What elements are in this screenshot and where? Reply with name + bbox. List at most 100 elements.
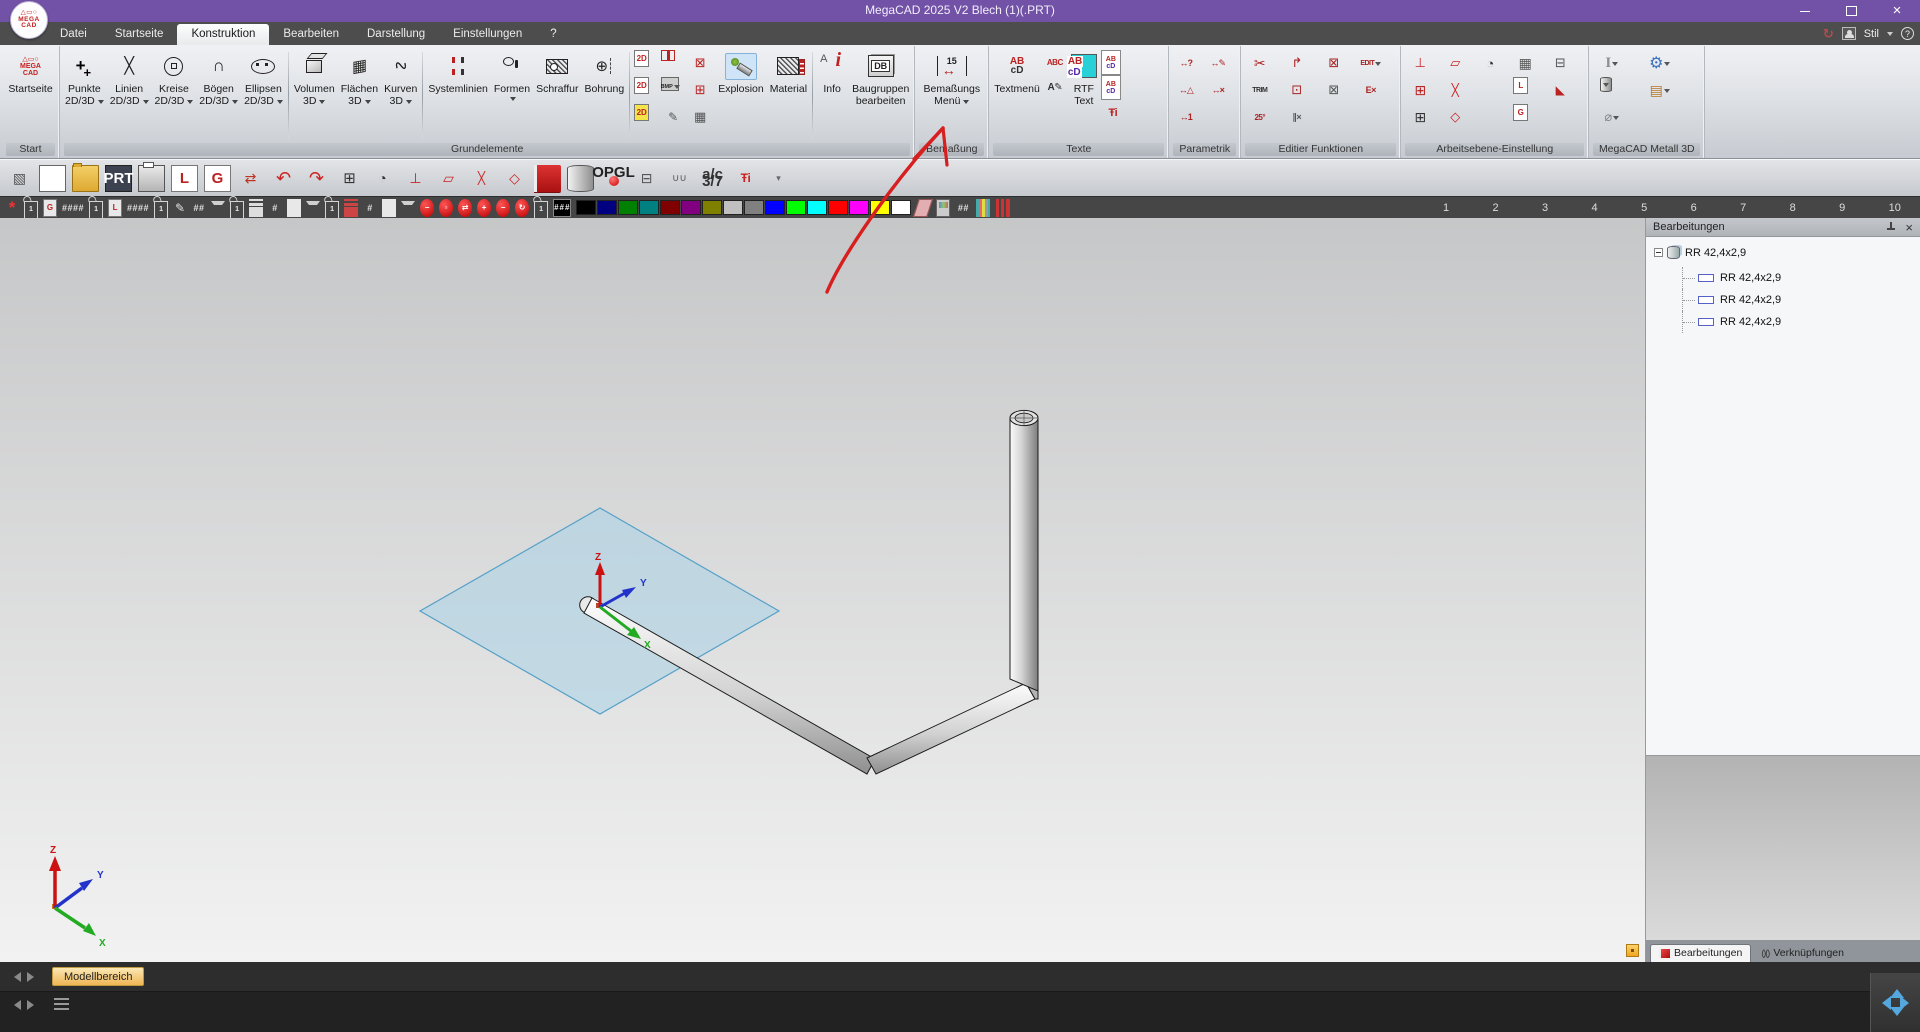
workplane-up-icon[interactable]: ◇ [501,165,528,192]
linien-button[interactable]: Linien 2D/3D [107,48,152,142]
line-width-field[interactable]: # [268,199,282,217]
tab-help[interactable]: ? [536,24,570,45]
next-sheet-icon[interactable] [26,970,40,984]
lock-icon[interactable]: 1 [534,200,549,219]
close-icon[interactable] [1905,222,1913,233]
startseite-button[interactable]: △▭○ MEGA CAD Startseite [5,48,55,142]
kreise-button[interactable]: Kreise 2D/3D [152,48,197,142]
punkte-button[interactable]: Punkte 2D/3D [62,48,107,142]
l-page-status-icon[interactable]: L [108,198,123,217]
layer-columns-icon[interactable] [976,198,991,217]
color-swatch[interactable] [597,200,618,215]
bmp-export-icon[interactable]: BMP [661,77,680,91]
rtf-text-button[interactable]: RTF Text [1066,48,1101,142]
color-swatch[interactable] [891,200,912,215]
paperclip-icon[interactable]: ∪∪ [666,165,693,192]
text-style-1-icon[interactable] [1100,50,1121,75]
text-style-2-icon[interactable] [1100,75,1121,100]
screenshot-pencil-icon[interactable]: ✎ [661,104,685,130]
tree-item[interactable]: RR 42,4x2,9 [1682,289,1920,311]
swap-pages-icon[interactable]: ⇄ [237,165,264,192]
schraffur-button[interactable]: Schraffur [533,48,581,142]
steel-profile-icon[interactable]: I [1600,50,1624,76]
caret-down-icon[interactable] [211,200,226,219]
tab-verknuepfungen[interactable]: Verknüpfungen [1753,945,1852,962]
modellbereich-tab[interactable]: Modellbereich [52,967,145,986]
boegen-button[interactable]: Bögen 2D/3D [196,48,241,142]
next-view-icon[interactable] [26,998,40,1012]
tree-item[interactable]: RR 42,4x2,9 [1682,311,1920,333]
workplane-cross-icon[interactable]: ╳ [468,165,495,192]
abort-checker-icon[interactable]: ▧ [6,165,33,192]
dim-edit-icon[interactable]: ↔✎ [1206,50,1230,76]
eraser-icon[interactable] [913,198,934,217]
color-swatch[interactable] [744,200,765,215]
copy-move-icon[interactable]: ⊡ [1285,77,1309,103]
color-swatch[interactable] [723,200,744,215]
rotate-25-icon[interactable]: 25° [1248,104,1272,130]
flaechen-button[interactable]: Flächen 3D [338,48,381,142]
wp-grid-icon[interactable]: ▦ [1513,50,1537,76]
pin-icon[interactable] [1887,221,1896,233]
toolbar-more-icon[interactable]: ▾ [765,165,792,192]
tree-root[interactable]: RR 42,4x2,9 [1654,245,1920,260]
cylinder-icon[interactable] [567,164,594,192]
text-edit-icon[interactable]: A✎ [1043,75,1067,100]
tab-datei[interactable]: Datei [46,24,101,45]
scissors-icon[interactable]: ✂ [1248,50,1272,76]
color-swatch[interactable] [639,200,660,215]
baugruppen-bearbeiten-button[interactable]: Baugruppen bearbeiten [849,48,912,142]
structure-tree-icon[interactable]: ⊟ [633,165,660,192]
edit-menu-icon[interactable]: EDIT [1359,50,1383,76]
save-prt-icon[interactable]: PRT [104,164,134,192]
monitor-icon[interactable] [936,198,951,217]
gear-icon[interactable]: ⚙ [1648,50,1672,76]
minimize-button[interactable] [1782,0,1828,22]
tab-startseite[interactable]: Startseite [101,24,178,45]
textmenu-button[interactable]: Textmenü [991,48,1043,142]
prev-view-icon[interactable] [8,998,22,1012]
wall-icon[interactable]: ▤ [1648,77,1672,103]
wp-diamond-icon[interactable]: ◇ [1443,104,1467,130]
zoom-previous-icon[interactable]: ↻ [515,198,530,217]
copy-2d-icon[interactable]: 2D [634,50,650,67]
wp-tree-icon[interactable]: ⊟ [1548,50,1572,76]
workplane-list-icon[interactable]: ⊥ [402,165,429,192]
pan-navigation-widget[interactable] [1870,973,1920,1032]
zoom-in-icon[interactable]: + [477,198,492,217]
caret-down-icon[interactable] [306,200,321,219]
zoom-out-icon[interactable]: − [420,198,435,217]
group-number-field[interactable]: #### [62,199,84,217]
wp-cube-red-icon[interactable]: ⊞ [1408,77,1432,103]
line-width-icon[interactable] [249,198,264,217]
sync-icon[interactable] [1823,25,1834,43]
lock-icon[interactable]: 1 [154,200,169,219]
volumen-button[interactable]: Volumen 3D [291,48,338,142]
wp-sphere-icon[interactable]: ◔ [1478,50,1502,76]
lock-icon[interactable]: 1 [24,200,38,219]
color-swatch[interactable] [765,200,786,215]
new-document-icon[interactable] [39,164,66,192]
wp-plane-icon[interactable]: ▱ [1443,50,1467,76]
wp-lpage-icon[interactable]: L [1513,77,1529,94]
zoom-pan-icon[interactable]: ⇄ [458,198,473,217]
ellipsen-button[interactable]: Ellipsen 2D/3D [241,48,286,142]
hide-elements-icon[interactable]: ⊠ [688,50,712,76]
line-width-preview[interactable] [287,198,302,217]
color-swatch[interactable] [702,200,723,215]
material-button[interactable]: Material [767,48,810,142]
dim-delete-icon[interactable]: ↔× [1206,77,1230,103]
wp-cross-icon[interactable]: ╳ [1443,77,1467,103]
export-2d-yellow-icon[interactable]: 2D [634,104,650,121]
user-account-icon[interactable] [1841,27,1856,40]
dim-number-icon[interactable]: ↔1 [1174,104,1198,130]
bohrung-button[interactable]: Bohrung [581,48,627,142]
tree-item[interactable]: RR 42,4x2,9 [1682,267,1920,289]
copy-2d-red-icon[interactable]: 2D [634,77,650,94]
assembly-book-icon[interactable] [534,164,561,192]
tab-bearbeitungen[interactable]: Bearbeitungen [1650,944,1752,962]
layer-add-icon[interactable]: ⊞ [688,77,712,103]
fraction-icon[interactable]: a/c 3/7 [699,165,726,192]
color-swatch[interactable] [807,200,828,215]
line-type-field[interactable]: # [363,199,377,217]
